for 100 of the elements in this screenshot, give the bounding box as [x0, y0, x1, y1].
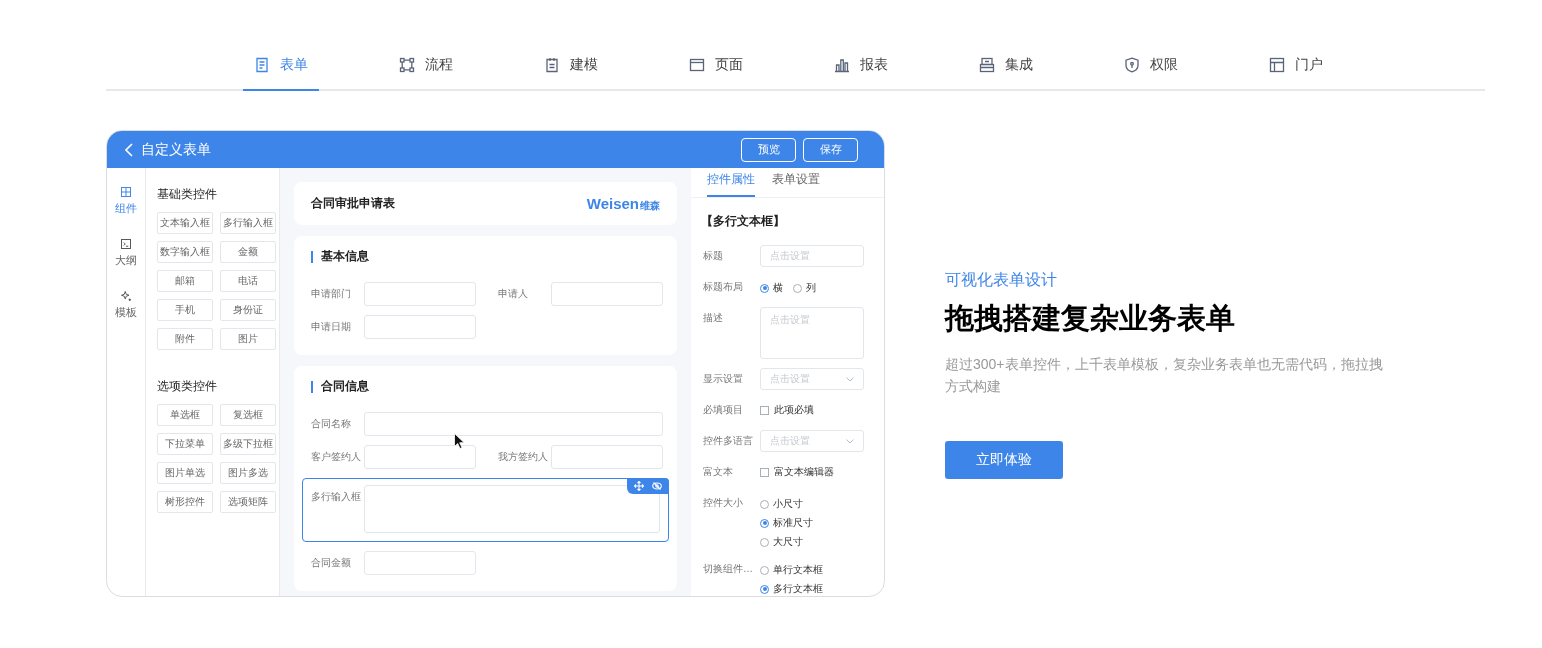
panel-tab[interactable]: 表单设置	[772, 171, 820, 197]
radio-label: 单行文本框	[773, 563, 823, 577]
nav-tab[interactable]: 集成	[968, 40, 1044, 91]
headline: 拖拽搭建复杂业务表单	[945, 301, 1236, 336]
field-label: 合同名称	[311, 417, 352, 431]
clipboard-icon	[544, 56, 560, 73]
palette-item[interactable]: 复选框	[219, 404, 276, 426]
property-label: 标题	[703, 249, 724, 263]
shield-icon	[1124, 56, 1140, 73]
field-label: 申请部门	[311, 287, 352, 301]
header-button[interactable]: 预览	[741, 137, 796, 162]
panel-tab[interactable]: 控件属性	[707, 171, 755, 197]
input-field[interactable]	[364, 445, 476, 469]
palette-item[interactable]: 多级下拉框	[219, 433, 276, 455]
move-icon[interactable]	[634, 481, 644, 491]
description: 超过300+表单控件，上千表单模板，复杂业务表单也无需代码，拖拉拽方式构建	[945, 355, 1384, 396]
palette-item[interactable]: 身份证	[219, 299, 276, 321]
back-icon[interactable]	[125, 142, 133, 157]
accent-bar	[311, 250, 313, 263]
box-icon	[979, 56, 995, 73]
window-icon	[689, 56, 705, 73]
palette-item[interactable]: 附件	[156, 328, 213, 350]
input-field[interactable]	[551, 445, 663, 469]
nav-tab[interactable]: 页面	[678, 40, 754, 91]
field-label: 申请日期	[311, 320, 352, 334]
pointer-icon	[454, 433, 465, 449]
chevron-icon[interactable]	[846, 438, 854, 444]
nav-tab[interactable]: 报表	[823, 40, 899, 91]
nav-tab[interactable]: 门户	[1258, 40, 1334, 91]
radio-button[interactable]	[760, 584, 769, 594]
nav-tab[interactable]: 权限	[1113, 40, 1189, 91]
field-label: 多行输入框	[311, 490, 362, 504]
input-field[interactable]	[364, 412, 663, 436]
radio-button[interactable]	[793, 283, 802, 293]
hide-icon[interactable]	[652, 481, 662, 491]
property-label: 显示设置	[703, 372, 744, 386]
palette-item[interactable]: 选项矩阵	[219, 491, 276, 513]
field-label: 合同金额	[311, 556, 352, 570]
property-label: 富文本	[703, 465, 734, 479]
textarea-field[interactable]	[364, 485, 660, 533]
palette-item[interactable]: 邮箱	[156, 270, 213, 292]
selected-field-frame[interactable]: 多行输入框	[302, 478, 669, 542]
property-label: 必填项目	[703, 403, 744, 417]
property-label: 描述	[703, 311, 724, 325]
property-label: 控件大小	[703, 496, 744, 510]
checkbox[interactable]	[760, 467, 769, 477]
field-label: 客户签约人	[311, 450, 362, 464]
property-label: 控件多语言	[703, 434, 754, 448]
palette-item[interactable]: 图片	[219, 328, 276, 350]
radio-button[interactable]	[760, 565, 769, 575]
input-field[interactable]	[551, 282, 663, 306]
radio-label: 标准尺寸	[773, 516, 813, 530]
nav-tab[interactable]: 流程	[388, 40, 464, 91]
radio-button[interactable]	[760, 537, 769, 547]
palette-item[interactable]: 数字输入框	[156, 241, 213, 263]
nav-tab[interactable]: 表单	[243, 40, 319, 91]
property-label: 标题布局	[703, 280, 744, 294]
palette-item[interactable]: 金额	[219, 241, 276, 263]
nodes-icon	[399, 56, 415, 73]
input-field[interactable]	[364, 315, 476, 339]
bar-chart-icon	[834, 56, 850, 73]
input-field[interactable]	[364, 551, 476, 575]
palette-item[interactable]: 电话	[219, 270, 276, 292]
checkbox[interactable]	[760, 405, 769, 415]
radio-label: 多行文本框	[773, 582, 823, 596]
palette-item[interactable]: 图片多选	[219, 462, 276, 484]
palette-item[interactable]: 图片单选	[156, 462, 213, 484]
rail-item[interactable]: 模板	[114, 290, 137, 320]
terminal-icon	[119, 238, 132, 250]
radio-button[interactable]	[760, 499, 769, 509]
header-button[interactable]: 保存	[803, 137, 858, 162]
editor-title: 自定义表单	[141, 140, 211, 159]
palette-group-title: 选项类控件	[156, 378, 218, 395]
palette-item[interactable]: 多行输入框	[219, 212, 276, 234]
palette-item[interactable]: 下拉菜单	[156, 433, 213, 455]
radio-button[interactable]	[760, 518, 769, 528]
input-field[interactable]	[364, 282, 476, 306]
palette-item[interactable]: 树形控件	[156, 491, 213, 513]
nav-tab[interactable]: 建模	[533, 40, 609, 91]
rail-item[interactable]: 大纲	[114, 238, 137, 268]
checkbox-label: 富文本编辑器	[774, 465, 834, 479]
radio-button[interactable]	[760, 283, 769, 293]
chevron-icon[interactable]	[846, 376, 854, 382]
document-icon	[254, 56, 270, 73]
radio-label: 小尺寸	[773, 497, 803, 511]
try-button[interactable]: 立即体验	[945, 441, 1063, 479]
palette-item[interactable]: 文本输入框	[156, 212, 213, 234]
logo: Weisen维森	[586, 194, 660, 213]
property-label: 切换组件…	[703, 562, 754, 576]
palette-item[interactable]: 手机	[156, 299, 213, 321]
panel-heading: 【多行文本框】	[701, 213, 786, 230]
layout-icon	[1269, 56, 1285, 73]
radio-label: 横	[773, 281, 783, 295]
palette-group-title: 基础类控件	[156, 186, 218, 203]
accent-bar	[311, 380, 313, 393]
rail-item[interactable]: 组件	[114, 186, 137, 216]
field-label: 申请人	[498, 287, 529, 301]
checkbox-label: 此项必填	[774, 403, 814, 417]
tagline: 可视化表单设计	[945, 270, 1058, 290]
palette-item[interactable]: 单选框	[156, 404, 213, 426]
